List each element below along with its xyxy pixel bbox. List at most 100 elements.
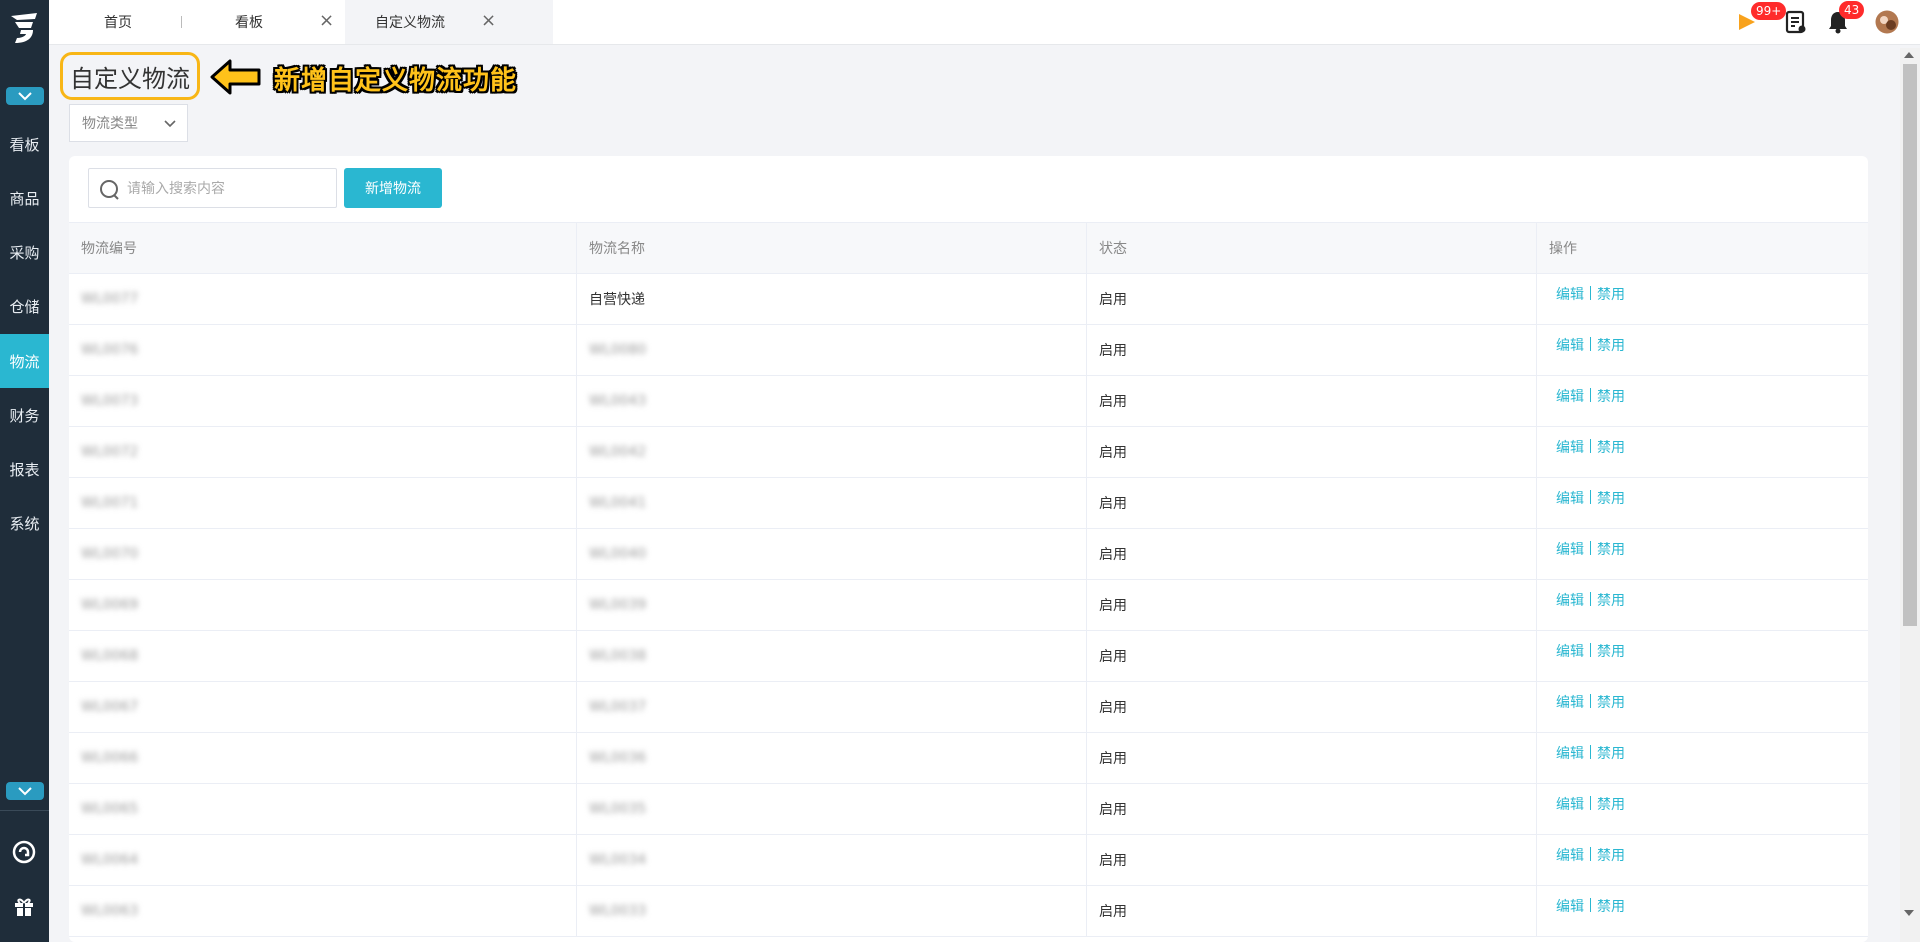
disable-link[interactable]: 禁用 — [1597, 386, 1625, 406]
edit-link[interactable]: 编辑 — [1556, 488, 1584, 508]
edit-link[interactable]: 编辑 — [1556, 539, 1584, 559]
scrollbar-thumb[interactable] — [1903, 64, 1917, 626]
gift-icon[interactable] — [10, 892, 38, 920]
status-text: 启用 — [1099, 700, 1127, 716]
table-row: WL0067 WL0037 启用 编辑 禁用 — [69, 682, 1868, 733]
close-icon[interactable]: × — [319, 10, 334, 31]
sidebar-item-dashboard[interactable]: 看板 — [0, 117, 49, 171]
disable-link[interactable]: 禁用 — [1597, 437, 1625, 457]
status-text: 启用 — [1099, 292, 1127, 308]
close-icon[interactable]: × — [481, 10, 496, 31]
disable-link[interactable]: 禁用 — [1597, 284, 1625, 304]
table-row: WL0076 WL0080 启用 编辑 禁用 — [69, 325, 1868, 376]
search-icon — [100, 180, 119, 200]
disable-link[interactable]: 禁用 — [1597, 539, 1625, 559]
disable-link[interactable]: 禁用 — [1597, 743, 1625, 763]
select-placeholder: 物流类型 — [82, 116, 138, 132]
cell-logistics-name: WL0043 — [577, 376, 1087, 426]
column-header-id[interactable]: 物流编号 — [69, 223, 577, 273]
disable-link[interactable]: 禁用 — [1597, 845, 1625, 865]
edit-link[interactable]: 编辑 — [1556, 743, 1584, 763]
logistics-type-select[interactable]: 物流类型 — [69, 104, 188, 142]
disable-link[interactable]: 禁用 — [1597, 692, 1625, 712]
column-header-status[interactable]: 状态 — [1087, 223, 1537, 273]
cell-logistics-name: WL0039 — [577, 580, 1087, 630]
status-text: 启用 — [1099, 343, 1127, 359]
edit-link[interactable]: 编辑 — [1556, 845, 1584, 865]
support-icon[interactable] — [10, 838, 38, 866]
edit-link[interactable]: 编辑 — [1556, 590, 1584, 610]
column-header-name[interactable]: 物流名称 — [577, 223, 1087, 273]
cell-actions: 编辑 禁用 — [1537, 835, 1868, 885]
scroll-up-arrow-icon[interactable] — [1904, 52, 1914, 58]
status-text: 启用 — [1099, 496, 1127, 512]
tab-home[interactable]: 首页 — [104, 0, 132, 44]
sidebar-item-reports[interactable]: 报表 — [0, 442, 49, 496]
action-separator — [1590, 847, 1591, 861]
disable-link[interactable]: 禁用 — [1597, 590, 1625, 610]
status-text: 启用 — [1099, 394, 1127, 410]
sidebar-item-finance[interactable]: 财务 — [0, 388, 49, 442]
edit-link[interactable]: 编辑 — [1556, 284, 1584, 304]
sidebar-collapse-toggle[interactable] — [6, 87, 44, 105]
edit-link[interactable]: 编辑 — [1556, 896, 1584, 916]
tab-dashboard[interactable]: 看板 — [235, 0, 263, 44]
sidebar-item-products[interactable]: 商品 — [0, 171, 49, 225]
sidebar-expand-toggle[interactable] — [6, 782, 44, 800]
logistics-id-text: WL0071 — [81, 495, 139, 511]
sidebar-item-warehouse[interactable]: 仓储 — [0, 279, 49, 333]
cell-logistics-name: WL0080 — [577, 325, 1087, 375]
disable-link[interactable]: 禁用 — [1597, 896, 1625, 916]
sidebar-item-label: 物流 — [9, 352, 40, 371]
cell-logistics-name: WL0037 — [577, 682, 1087, 732]
page-title: 自定义物流 — [60, 52, 200, 100]
disable-link[interactable]: 禁用 — [1597, 335, 1625, 355]
status-text: 启用 — [1099, 904, 1127, 920]
logistics-name-text: WL0039 — [589, 597, 647, 613]
sidebar-item-label: 看板 — [9, 135, 40, 154]
cell-logistics-name: WL0038 — [577, 631, 1087, 681]
cell-status: 启用 — [1087, 733, 1537, 783]
scroll-down-arrow-icon[interactable] — [1904, 910, 1914, 916]
notification-badge: 99+ — [1751, 2, 1787, 20]
top-tab-bar: 首页 看板 × 自定义物流 × 99+ 43 — [49, 0, 1920, 45]
cell-logistics-id: WL0063 — [69, 886, 577, 936]
action-separator — [1590, 694, 1591, 708]
disable-link[interactable]: 禁用 — [1597, 488, 1625, 508]
cell-logistics-name: WL0036 — [577, 733, 1087, 783]
cell-logistics-id: WL0069 — [69, 580, 577, 630]
sidebar-item-purchasing[interactable]: 采购 — [0, 225, 49, 279]
edit-link[interactable]: 编辑 — [1556, 335, 1584, 355]
cell-logistics-id: WL0065 — [69, 784, 577, 834]
sidebar-item-system[interactable]: 系统 — [0, 496, 49, 550]
cell-actions: 编辑 禁用 — [1537, 325, 1868, 375]
add-logistics-button[interactable]: 新增物流 — [344, 168, 442, 208]
sidebar-item-logistics[interactable]: 物流 — [0, 334, 49, 388]
disable-link[interactable]: 禁用 — [1597, 641, 1625, 661]
cell-status: 启用 — [1087, 529, 1537, 579]
cell-actions: 编辑 禁用 — [1537, 733, 1868, 783]
edit-link[interactable]: 编辑 — [1556, 641, 1584, 661]
action-separator — [1590, 439, 1591, 453]
edit-link[interactable]: 编辑 — [1556, 692, 1584, 712]
sidebar-item-label: 仓储 — [9, 297, 40, 316]
tab-custom-logistics[interactable]: 自定义物流 — [345, 0, 553, 44]
edit-link[interactable]: 编辑 — [1556, 437, 1584, 457]
tab-label: 看板 — [235, 15, 263, 31]
chevron-down-icon — [18, 91, 32, 100]
table-body: WL0077 自营快递 启用 编辑 禁用 WL0076 WL0080 启用 编辑 禁用 WL0073… — [69, 274, 1868, 937]
edit-link[interactable]: 编辑 — [1556, 794, 1584, 814]
tab-separator — [181, 16, 182, 28]
avatar[interactable] — [1875, 10, 1899, 34]
cell-logistics-name: WL0040 — [577, 529, 1087, 579]
logistics-id-text: WL0073 — [81, 393, 139, 409]
cell-status: 启用 — [1087, 580, 1537, 630]
sidebar: 看板 商品 采购 仓储 物流 财务 报表 系统 — [0, 0, 49, 942]
logistics-name-text: WL0033 — [589, 903, 647, 919]
cell-status: 启用 — [1087, 478, 1537, 528]
disable-link[interactable]: 禁用 — [1597, 794, 1625, 814]
search-input[interactable]: 请输入搜索内容 — [88, 168, 337, 208]
edit-link[interactable]: 编辑 — [1556, 386, 1584, 406]
table-row: WL0066 WL0036 启用 编辑 禁用 — [69, 733, 1868, 784]
task-list-icon[interactable] — [1785, 10, 1807, 34]
